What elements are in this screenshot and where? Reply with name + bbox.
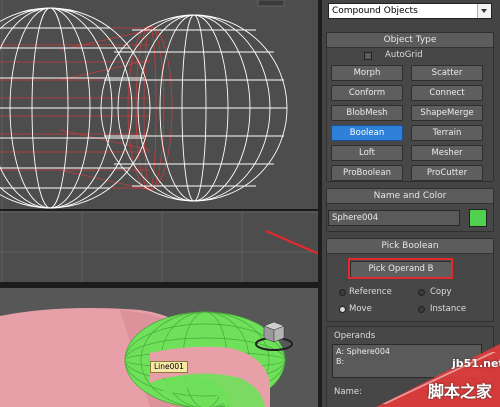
category-dropdown[interactable]: Compound Objects — [328, 3, 492, 19]
object-type-rollout: Object Type AutoGrid Morph Scatter Confo… — [326, 32, 494, 182]
top-viewport[interactable] — [0, 0, 318, 282]
name-label: Name: — [334, 387, 362, 397]
loft-button[interactable]: Loft — [331, 145, 403, 161]
name-and-color-rollout-header[interactable]: Name and Color — [327, 189, 493, 204]
move-radio[interactable] — [339, 306, 346, 313]
object-name-field[interactable]: Sphere004 — [328, 210, 460, 226]
category-dropdown-value: Compound Objects — [332, 6, 418, 16]
reference-radio[interactable] — [339, 289, 346, 296]
perspective-viewport[interactable] — [0, 288, 318, 407]
scatter-button[interactable]: Scatter — [411, 65, 483, 81]
object-type-rollout-body: AutoGrid Morph Scatter Conform Connect B… — [327, 48, 493, 181]
shaded-objects — [0, 308, 293, 407]
autogrid-label: AutoGrid — [385, 50, 423, 60]
copy-label: Copy — [430, 287, 452, 297]
procutter-button[interactable]: ProCutter — [411, 165, 483, 181]
object-color-swatch[interactable] — [469, 209, 487, 227]
watermark-site-name: 脚本之家 — [428, 382, 493, 401]
boolean-button[interactable]: Boolean — [331, 125, 403, 141]
shapemerge-button[interactable]: ShapeMerge — [411, 105, 483, 121]
copy-radio[interactable] — [418, 289, 425, 296]
object-label-tag: Line001 — [150, 361, 188, 373]
terrain-button[interactable]: Terrain — [411, 125, 483, 141]
connect-button[interactable]: Connect — [411, 85, 483, 101]
object-type-rollout-header[interactable]: Object Type — [327, 33, 493, 48]
autogrid-checkbox[interactable] — [364, 52, 372, 60]
red-highlight-box — [348, 258, 453, 279]
chevron-down-icon — [477, 4, 491, 18]
wireframe-spheres — [0, 0, 318, 282]
pick-boolean-rollout-header[interactable]: Pick Boolean — [327, 239, 493, 254]
operands-label: Operands — [334, 331, 376, 341]
red-arrow-annotation — [265, 229, 318, 255]
proboolean-button[interactable]: ProBoolean — [331, 165, 403, 181]
conform-button[interactable]: Conform — [331, 85, 403, 101]
instance-radio[interactable] — [418, 306, 425, 313]
reference-label: Reference — [349, 287, 392, 297]
move-label: Move — [349, 304, 372, 314]
morph-button[interactable]: Morph — [331, 65, 403, 81]
instance-label: Instance — [430, 304, 467, 314]
watermark-url: jb51.net — [452, 357, 500, 370]
blobmesh-button[interactable]: BlobMesh — [331, 105, 403, 121]
mesher-button[interactable]: Mesher — [411, 145, 483, 161]
operand-b-item[interactable]: B: — [336, 357, 344, 367]
